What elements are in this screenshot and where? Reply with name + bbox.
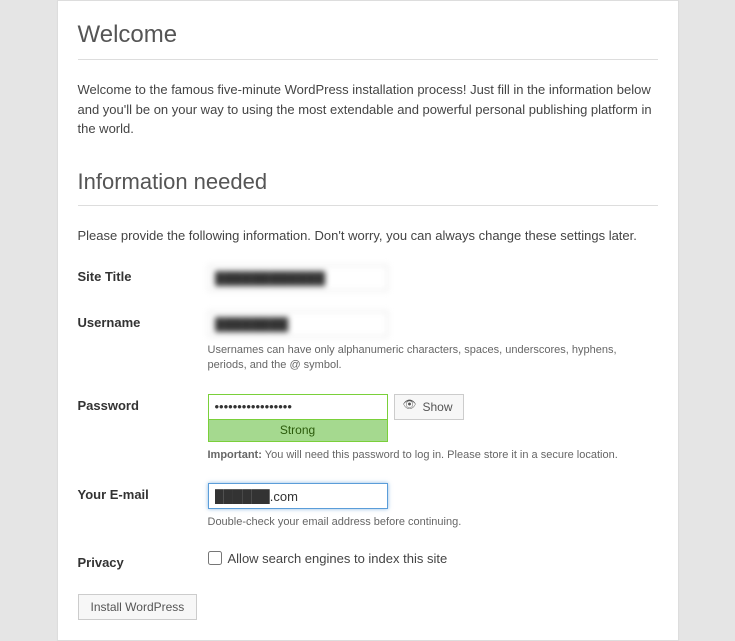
site-title-row: Site Title xyxy=(78,255,658,301)
email-label: Your E-mail xyxy=(78,483,208,502)
site-title-label: Site Title xyxy=(78,265,208,284)
info-heading: Information needed xyxy=(78,169,658,206)
site-title-input[interactable] xyxy=(208,265,388,291)
username-label: Username xyxy=(78,311,208,330)
email-hint: Double-check your email address before c… xyxy=(208,515,638,530)
privacy-checkbox[interactable] xyxy=(208,551,222,565)
email-input[interactable] xyxy=(208,483,388,509)
install-panel: Welcome Welcome to the famous five-minut… xyxy=(57,0,679,641)
password-input[interactable] xyxy=(208,394,388,420)
password-strength: Strong xyxy=(208,419,388,442)
username-hint: Usernames can have only alphanumeric cha… xyxy=(208,343,638,374)
username-input[interactable] xyxy=(208,311,388,337)
show-password-label: Show xyxy=(423,400,453,414)
privacy-label: Privacy xyxy=(78,551,208,570)
username-row: Username Usernames can have only alphanu… xyxy=(78,301,658,384)
email-row: Your E-mail Double-check your email addr… xyxy=(78,473,658,540)
password-hint: Important: You will need this password t… xyxy=(208,448,638,463)
welcome-heading: Welcome xyxy=(78,21,658,60)
privacy-checkbox-label[interactable]: Allow search engines to index this site xyxy=(228,551,448,566)
password-label: Password xyxy=(78,394,208,413)
privacy-row: Privacy Allow search engines to index th… xyxy=(78,541,658,580)
show-password-button[interactable]: Show xyxy=(394,394,464,420)
eye-icon xyxy=(405,402,419,412)
password-row: Password Show Strong Important: You will… xyxy=(78,384,658,473)
welcome-intro: Welcome to the famous five-minute WordPr… xyxy=(78,80,658,139)
info-text: Please provide the following information… xyxy=(78,226,658,246)
